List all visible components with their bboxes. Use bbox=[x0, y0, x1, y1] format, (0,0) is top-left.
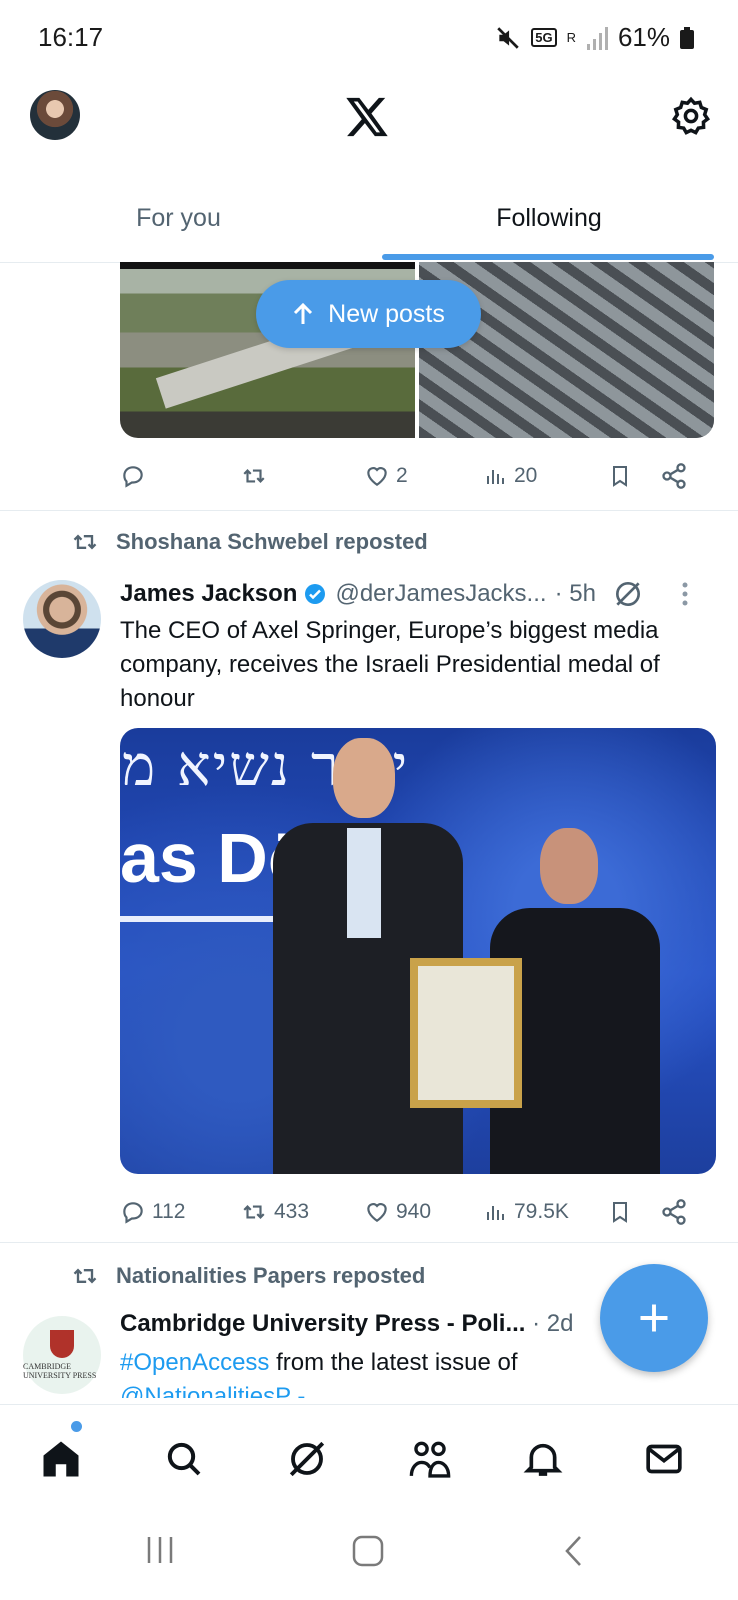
tab-for-you[interactable]: For you bbox=[0, 182, 357, 262]
repost-count: 433 bbox=[274, 1200, 310, 1223]
bottom-nav bbox=[0, 1404, 738, 1505]
views-button[interactable]: 79.5K bbox=[484, 1199, 608, 1225]
views-icon bbox=[487, 470, 504, 484]
author-name[interactable]: Cambridge University Press - Poli... bbox=[120, 1310, 525, 1337]
tab-following[interactable]: Following bbox=[380, 182, 718, 262]
repost-icon bbox=[243, 1205, 265, 1219]
search-icon bbox=[167, 1442, 201, 1476]
mute-icon bbox=[497, 26, 519, 49]
nav-grok[interactable] bbox=[283, 1435, 331, 1483]
messages-icon bbox=[646, 1444, 682, 1474]
bookmark-button[interactable] bbox=[608, 462, 660, 490]
nav-messages[interactable] bbox=[640, 1435, 688, 1483]
reply-icon bbox=[123, 466, 143, 488]
repost-by-label: Nationalities Papers reposted bbox=[116, 1263, 426, 1288]
crest-icon bbox=[50, 1330, 74, 1358]
author-avatar[interactable] bbox=[23, 580, 101, 658]
nav-home[interactable] bbox=[37, 1435, 85, 1483]
post-time: · 2d bbox=[532, 1310, 574, 1337]
divider bbox=[0, 510, 738, 511]
like-count: 940 bbox=[396, 1200, 432, 1223]
network-icon: 5G bbox=[531, 28, 557, 47]
author-avatar[interactable]: CAMBRIDGE UNIVERSITY PRESS bbox=[23, 1316, 101, 1394]
author-handle[interactable]: @derJamesJacks... bbox=[335, 580, 546, 608]
post1-action-bar: 2 20 bbox=[120, 456, 710, 496]
photo-person-left bbox=[265, 738, 465, 1174]
reply-count: 112 bbox=[152, 1200, 186, 1223]
post2-photo[interactable]: יטור נשיא מ as Dön er bbox=[120, 728, 716, 1174]
divider bbox=[0, 1242, 738, 1243]
gear-icon[interactable] bbox=[670, 95, 712, 137]
photo-certificate bbox=[410, 958, 522, 1108]
repost-button[interactable]: 433 bbox=[240, 1199, 364, 1225]
tab-selected-indicator bbox=[382, 254, 714, 260]
x-logo-icon bbox=[344, 94, 390, 140]
post2-header: James Jackson @derJamesJacks... · 5h bbox=[120, 576, 710, 612]
battery-icon bbox=[680, 26, 694, 49]
repost-icon bbox=[73, 534, 97, 550]
bookmark-icon bbox=[613, 466, 627, 487]
post-time: · 5h bbox=[554, 580, 596, 607]
like-button[interactable]: 940 bbox=[364, 1199, 484, 1225]
views-count: 20 bbox=[514, 464, 538, 487]
status-icons: 5G R 61% bbox=[495, 22, 694, 53]
recent-apps-icon[interactable] bbox=[144, 1534, 176, 1566]
heart-icon bbox=[367, 467, 387, 486]
reply-icon bbox=[123, 1202, 143, 1224]
repost-icon bbox=[243, 469, 265, 483]
bookmark-button[interactable] bbox=[608, 1198, 660, 1226]
like-count: 2 bbox=[396, 464, 408, 487]
back-icon[interactable] bbox=[562, 1534, 586, 1568]
share-button[interactable] bbox=[660, 462, 688, 490]
nav-notifications[interactable] bbox=[519, 1435, 567, 1483]
reply-button[interactable]: 112 bbox=[120, 1199, 240, 1225]
signal-icon bbox=[586, 26, 608, 50]
post3-text-body: from the latest issue of bbox=[269, 1349, 518, 1376]
nav-search[interactable] bbox=[160, 1435, 208, 1483]
mention-link[interactable]: @NationalitiesP - bbox=[120, 1383, 305, 1398]
compose-button[interactable] bbox=[600, 1264, 708, 1372]
author-name[interactable]: James Jackson bbox=[120, 580, 297, 608]
home-icon bbox=[43, 1441, 79, 1477]
share-icon bbox=[662, 1199, 686, 1225]
new-posts-label: New posts bbox=[328, 299, 445, 328]
views-button[interactable]: 20 bbox=[484, 463, 608, 489]
new-activity-dot bbox=[71, 1421, 82, 1432]
home-button-icon[interactable] bbox=[351, 1534, 385, 1568]
heart-icon bbox=[367, 1203, 387, 1222]
repost-icon bbox=[73, 1268, 97, 1284]
plus-icon bbox=[640, 1304, 668, 1332]
verified-badge-icon bbox=[305, 584, 326, 604]
share-icon bbox=[662, 463, 686, 489]
views-count: 79.5K bbox=[514, 1200, 569, 1223]
post3-text: #OpenAccess from the latest issue of @Na… bbox=[120, 1346, 590, 1398]
repost-by-label: Shoshana Schwebel reposted bbox=[116, 529, 428, 554]
arrow-up-icon bbox=[294, 302, 313, 324]
profile-avatar[interactable] bbox=[30, 90, 80, 140]
share-button[interactable] bbox=[660, 1198, 688, 1226]
post2-text: The CEO of Axel Springer, Europe’s bigge… bbox=[120, 617, 660, 712]
views-icon bbox=[487, 1206, 504, 1220]
bookmark-icon bbox=[613, 1202, 627, 1223]
communities-icon bbox=[409, 1441, 451, 1478]
system-nav-bar bbox=[0, 1504, 738, 1600]
reply-button[interactable] bbox=[120, 463, 240, 489]
grok-icon[interactable] bbox=[612, 578, 644, 610]
notifications-icon bbox=[523, 1443, 563, 1476]
battery-percent: 61% bbox=[617, 22, 670, 52]
repost-button[interactable] bbox=[240, 463, 364, 489]
status-time: 16:17 bbox=[38, 22, 104, 52]
post3-repost-indicator[interactable]: Nationalities Papers reposted bbox=[70, 1262, 425, 1290]
roaming-indicator: R bbox=[566, 30, 576, 45]
post2-action-bar: 112 433 940 79.5K bbox=[120, 1192, 710, 1232]
grok-icon bbox=[289, 1441, 325, 1477]
hashtag-link[interactable]: #OpenAccess bbox=[120, 1349, 269, 1376]
more-options-icon[interactable] bbox=[680, 581, 690, 607]
new-posts-button[interactable]: New posts bbox=[256, 280, 481, 348]
like-button[interactable]: 2 bbox=[364, 463, 484, 489]
nav-communities[interactable] bbox=[406, 1435, 454, 1483]
avatar-label: CAMBRIDGE UNIVERSITY PRESS bbox=[23, 1362, 97, 1380]
post2-repost-indicator[interactable]: Shoshana Schwebel reposted bbox=[70, 528, 428, 556]
post3-header: Cambridge University Press - Poli... · 2… bbox=[120, 1310, 574, 1338]
